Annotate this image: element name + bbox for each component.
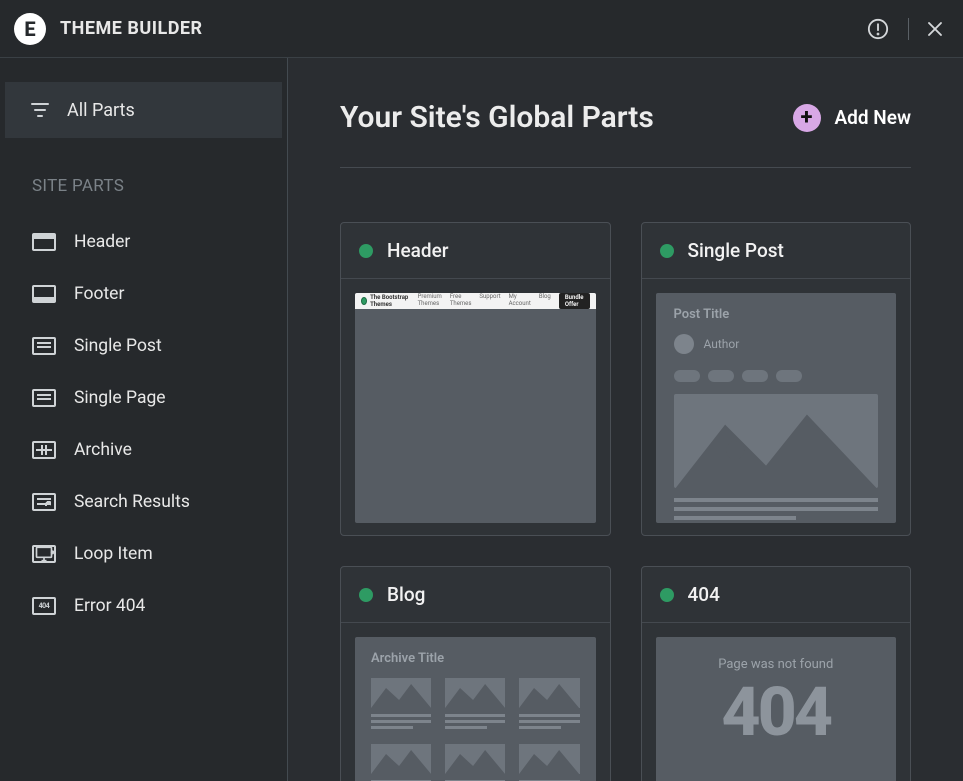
status-dot (359, 244, 373, 258)
main-content: Your Site's Global Parts + Add New Heade… (288, 58, 963, 781)
sidebar-item-loop-item[interactable]: Loop Item (0, 528, 287, 580)
single-post-icon (32, 337, 56, 355)
sidebar-item-label: All Parts (67, 100, 135, 121)
sidebar-item-header[interactable]: Header (0, 216, 287, 268)
topbar-separator (908, 18, 909, 40)
filter-icon (29, 102, 51, 118)
footer-icon (32, 285, 56, 303)
info-icon[interactable] (866, 17, 890, 41)
status-dot (660, 244, 674, 258)
add-new-button[interactable]: + Add New (793, 104, 912, 132)
card-thumbnail: The Bootstrap Themes Premium Themes Free… (355, 293, 596, 523)
error-404-icon: 404 (32, 597, 56, 615)
sidebar: All Parts SITE PARTS Header Footer Singl… (0, 58, 288, 781)
card-title: Blog (387, 583, 425, 606)
card-title: Single Post (688, 239, 784, 262)
thumb-menu-item: My Account (509, 293, 531, 309)
card-thumbnail: Page was not found 404 (656, 637, 897, 781)
sidebar-item-search-results[interactable]: Search Results (0, 476, 287, 528)
thumb-author: Author (704, 337, 740, 351)
sidebar-item-single-page[interactable]: Single Page (0, 372, 287, 424)
thumb-menu-item: Free Themes (450, 293, 472, 309)
sidebar-section-label: SITE PARTS (0, 138, 287, 216)
search-results-icon (32, 493, 56, 511)
sidebar-item-single-post[interactable]: Single Post (0, 320, 287, 372)
sidebar-item-label: Loop Item (74, 544, 153, 564)
thumb-menu-item: Premium Themes (418, 293, 442, 309)
sidebar-item-footer[interactable]: Footer (0, 268, 287, 320)
thumb-404-message: Page was not found (718, 657, 833, 672)
sidebar-item-label: Footer (74, 284, 124, 304)
card-thumbnail: Archive Title (355, 637, 596, 781)
thumb-brand: The Bootstrap Themes (370, 294, 412, 308)
thumb-archive-title: Archive Title (371, 651, 580, 666)
status-dot (660, 588, 674, 602)
card-thumbnail: Post Title Author (656, 293, 897, 523)
part-card-header[interactable]: Header The Bootstrap Themes Premium Them… (340, 222, 611, 536)
loop-item-icon (32, 545, 56, 563)
sidebar-item-label: Search Results (74, 492, 190, 512)
thumb-cta: Bundle Offer (559, 293, 590, 309)
part-card-single-post[interactable]: Single Post Post Title Author (641, 222, 912, 536)
part-card-blog[interactable]: Blog Archive Title (340, 566, 611, 781)
card-title: Header (387, 239, 449, 262)
thumb-post-title: Post Title (674, 307, 879, 322)
app-title: THEME BUILDER (60, 18, 203, 39)
sidebar-item-label: Archive (74, 440, 132, 460)
thumb-menu-item: Blog (539, 293, 551, 309)
app-logo: E (14, 13, 46, 45)
page-title: Your Site's Global Parts (340, 100, 654, 135)
sidebar-item-archive[interactable]: Archive (0, 424, 287, 476)
sidebar-item-label: Header (74, 232, 130, 252)
sidebar-item-label: Single Page (74, 388, 166, 408)
thumb-menu-item: Support (479, 293, 500, 309)
sidebar-item-label: Single Post (74, 336, 162, 356)
topbar: E THEME BUILDER (0, 0, 963, 58)
sidebar-item-error-404[interactable]: 404 Error 404 (0, 580, 287, 632)
avatar-icon (674, 334, 694, 354)
plus-icon: + (793, 104, 821, 132)
close-icon[interactable] (923, 17, 947, 41)
part-card-404[interactable]: 404 Page was not found 404 (641, 566, 912, 781)
sidebar-item-all-parts[interactable]: All Parts (5, 82, 282, 138)
archive-icon (32, 441, 56, 459)
status-dot (359, 588, 373, 602)
add-new-label: Add New (835, 106, 912, 129)
sidebar-item-label: Error 404 (74, 596, 145, 616)
thumb-404-code: 404 (721, 678, 830, 746)
header-icon (32, 233, 56, 251)
card-title: 404 (688, 583, 720, 606)
single-page-icon (32, 389, 56, 407)
